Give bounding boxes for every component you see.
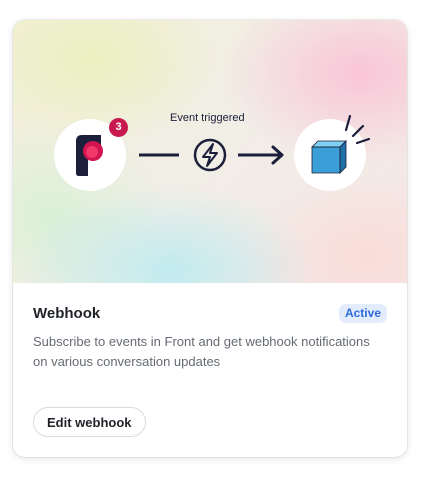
page: 3 Event triggered Webhook Active Subscri… — [0, 0, 432, 482]
notification-count-badge: 3 — [109, 118, 128, 137]
flow-graphic — [76, 114, 371, 176]
card-body: Webhook Active Subscribe to events in Fr… — [13, 283, 407, 457]
flow-arrow-icon — [238, 145, 284, 165]
webhook-integration-card: 3 Event triggered Webhook Active Subscri… — [13, 20, 407, 457]
status-badge: Active — [338, 304, 387, 323]
lightning-bolt-icon — [193, 138, 227, 172]
flow-label: Event triggered — [170, 112, 245, 124]
notification-burst-icon — [344, 114, 371, 145]
integration-hero-illustration: 3 Event triggered — [13, 20, 407, 283]
front-logo-icon — [76, 135, 103, 176]
cube-icon — [311, 140, 347, 174]
integration-title: Webhook — [33, 305, 101, 322]
integration-description: Subscribe to events in Front and get web… — [33, 334, 370, 369]
edit-webhook-button[interactable]: Edit webhook — [33, 407, 146, 437]
